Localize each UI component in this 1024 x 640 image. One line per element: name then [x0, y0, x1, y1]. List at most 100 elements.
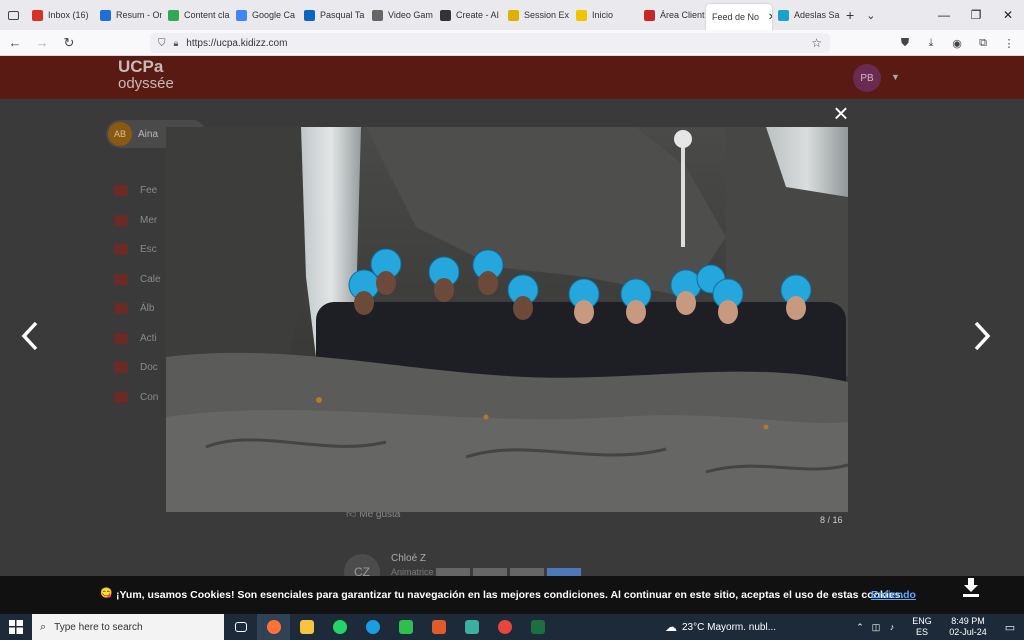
tab-favicon-icon [508, 9, 519, 21]
file-explorer-icon [299, 620, 314, 634]
volume-icon[interactable]: ♪ [884, 622, 900, 632]
sidebar-item[interactable]: Fee [114, 176, 161, 206]
yum-emoji-icon: 😋 [100, 588, 113, 599]
tab-label: Inicio [592, 10, 614, 20]
tab-label: Feed de No [712, 12, 760, 22]
taskbar-search[interactable]: ⌕ Type here to search [32, 614, 224, 640]
system-tray: ⌃ ◫ ♪ ENG ES 8:49 PM 02-Jul-24 ▭ [852, 614, 1024, 640]
tab-favicon-icon [168, 9, 179, 21]
comment-thumbnails [436, 568, 581, 576]
taskbar-app-app-green[interactable] [389, 614, 422, 640]
sidebar-item[interactable]: Con [114, 383, 161, 413]
tab-favicon-icon [372, 9, 383, 21]
browser-tab[interactable]: Session Ex [502, 0, 570, 30]
sidebar-item-label: Cale [140, 273, 161, 285]
browser-tab[interactable]: Google Ca [230, 0, 298, 30]
browser-tab[interactable]: Content cla [162, 0, 230, 30]
clock[interactable]: 8:49 PM 02-Jul-24 [940, 616, 996, 638]
browser-tab[interactable]: Video Gam [366, 0, 434, 30]
tray-overflow-icon[interactable]: ⌃ [852, 622, 868, 633]
app-green-icon [398, 620, 413, 634]
sidebar-item-icon [114, 244, 128, 256]
restore-button[interactable]: ❐ [960, 0, 992, 30]
new-tab-button[interactable]: + [840, 0, 860, 30]
tab-overflow-button[interactable]: ⌄ [860, 0, 881, 30]
sidebar-item[interactable]: Cale [114, 265, 161, 295]
lightbox-photo [166, 127, 848, 512]
taskbar-app-excel[interactable] [521, 614, 554, 640]
sidebar-item[interactable]: Mer [114, 206, 161, 236]
download-icon[interactable] [960, 576, 982, 598]
tab-label: Google Ca [252, 10, 296, 20]
taskbar-app-app-teal[interactable] [455, 614, 488, 640]
taskbar-app-edge[interactable] [356, 614, 389, 640]
thumbnail[interactable] [510, 568, 544, 576]
cookie-accept-link[interactable]: Entiendo [871, 589, 916, 601]
sidebar-item[interactable]: Esc [114, 235, 161, 265]
bookmark-star-icon[interactable]: ☆ [811, 36, 822, 50]
chevron-down-icon[interactable]: ▼ [891, 72, 900, 82]
address-bar[interactable]: ⛉ 🔒︎ https://ucpa.kidizz.com ☆ [150, 33, 830, 53]
notifications-icon[interactable]: ▭ [996, 621, 1024, 634]
lightbox-close-button[interactable]: × [830, 100, 852, 126]
site-logo[interactable]: UCPa odyssée [118, 58, 174, 92]
thumbnail[interactable] [547, 568, 581, 576]
lang-top: ENG [912, 616, 932, 626]
cloud-icon: ☁ [665, 620, 677, 634]
browser-tab[interactable]: Pasqual Ta [298, 0, 366, 30]
weather-widget[interactable]: ☁ 23°C Mayorm. nubl... [665, 614, 776, 640]
clock-date: 02-Jul-24 [949, 627, 987, 637]
reload-button[interactable]: ↻ [57, 31, 81, 55]
logo-bottom-text: odyssée [118, 75, 174, 92]
user-avatar[interactable]: PB [853, 64, 881, 92]
extensions-icon[interactable]: ⧉ [972, 31, 994, 55]
account-icon[interactable]: ◉ [946, 31, 968, 55]
browser-tab[interactable]: Inbox (16) [26, 0, 94, 30]
window-controls: — ❐ ✕ [928, 0, 1024, 30]
weather-text: 23°C Mayorm. nubl... [682, 621, 777, 633]
tab-label: Session Ex [524, 10, 570, 20]
sidebar-item[interactable]: Acti [114, 324, 161, 354]
thumbnail[interactable] [473, 568, 507, 576]
start-button[interactable] [0, 614, 32, 640]
taskbar-app-file-explorer[interactable] [290, 614, 323, 640]
sidebar-item[interactable]: Doc [114, 353, 161, 383]
taskbar-app-firefox[interactable] [257, 614, 290, 640]
taskbar-app-app-orange[interactable] [422, 614, 455, 640]
minimize-button[interactable]: — [928, 0, 960, 30]
comment-role: Animatrice [391, 567, 434, 576]
forward-button[interactable]: → [30, 31, 54, 55]
downloads-icon[interactable]: ⤓ [920, 31, 942, 55]
pocket-icon[interactable]: ⛊ [894, 31, 916, 55]
tab-label: Área Client [660, 10, 705, 20]
child-name: Aina [138, 128, 159, 140]
back-button[interactable]: ← [3, 31, 27, 55]
browser-nav-bar: ← → ↻ ⛉ 🔒︎ https://ucpa.kidizz.com ☆ ⛊ ⤓… [0, 30, 1024, 56]
browser-tab[interactable]: Resum - On [94, 0, 162, 30]
sidebar-item[interactable]: Álb [114, 294, 161, 324]
browser-tab[interactable]: Create - AI [434, 0, 502, 30]
firefox-icon [266, 620, 281, 634]
taskbar-app-chrome[interactable] [488, 614, 521, 640]
tab-label: Create - AI [456, 10, 500, 20]
next-photo-button[interactable] [968, 318, 996, 354]
previous-photo-button[interactable] [16, 318, 44, 354]
tab-label: Pasqual Ta [320, 10, 365, 20]
close-window-button[interactable]: ✕ [992, 0, 1024, 30]
menu-icon[interactable]: ⋮ [998, 31, 1020, 55]
taskbar-app-whatsapp[interactable] [323, 614, 356, 640]
thumbnail[interactable] [436, 568, 470, 576]
task-view-icon [234, 622, 247, 632]
browser-tab[interactable]: Área Client [638, 0, 706, 30]
taskbar-app-task-view[interactable] [224, 614, 257, 640]
browser-tab[interactable]: Inicio [570, 0, 638, 30]
tab-list-menu[interactable] [0, 0, 26, 30]
tab-label: Video Gam [388, 10, 433, 20]
browser-tab[interactable]: Adeslas Sa [772, 0, 840, 30]
network-icon[interactable]: ◫ [868, 622, 884, 633]
language-indicator[interactable]: ENG ES [908, 616, 936, 638]
sidebar-item-icon [114, 332, 128, 344]
sidebar-item-label: Mer [140, 214, 158, 226]
browser-tab[interactable]: Feed de No✕ [706, 4, 772, 30]
sidebar-item-icon [114, 273, 128, 285]
